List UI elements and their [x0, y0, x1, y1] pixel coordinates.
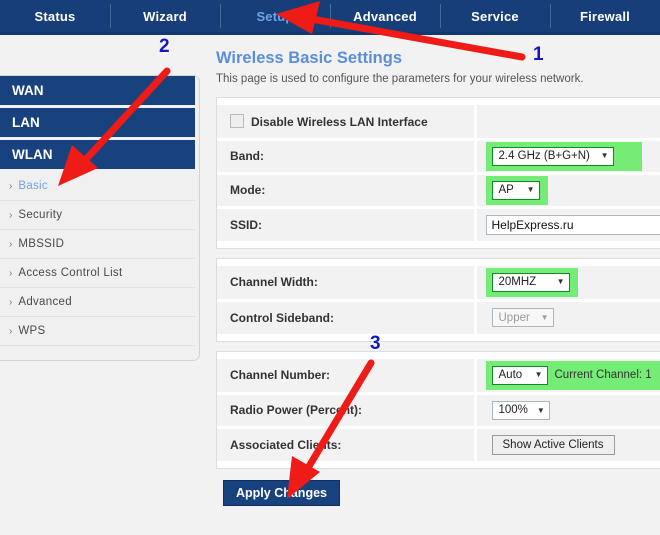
- sidebar-item-wps[interactable]: › WPS: [0, 317, 195, 346]
- channel-number-value-cell: Auto ▼ Current Channel: 1: [475, 359, 660, 393]
- band-highlight: 2.4 GHz (B+G+N) ▼: [486, 142, 642, 171]
- tab-status[interactable]: Status: [0, 0, 110, 32]
- sidebar-item-wps-label: WPS: [18, 325, 45, 337]
- table-row: Mode: AP ▼: [217, 173, 660, 207]
- ssid-input[interactable]: [486, 215, 660, 235]
- associated-clients-value-cell: Show Active Clients: [475, 427, 660, 461]
- sidebar-group-wan[interactable]: WAN: [0, 76, 195, 105]
- radio-power-select[interactable]: 100% ▼: [492, 401, 550, 420]
- mode-value-cell: AP ▼: [475, 173, 660, 207]
- sidebar: WAN LAN WLAN › Basic › Security › MBSSID › A…: [0, 35, 202, 361]
- tab-firewall-label: Firewall: [580, 9, 630, 24]
- chevron-right-icon: ›: [9, 181, 12, 192]
- radio-power-label: Radio Power (Percent):: [217, 393, 475, 427]
- tab-status-label: Status: [35, 9, 76, 24]
- channel-number-highlight: Auto ▼ Current Channel: 1: [486, 361, 660, 390]
- sidebar-panel: WAN LAN WLAN › Basic › Security › MBSSID › A…: [0, 75, 200, 361]
- mode-highlight: AP ▼: [486, 176, 548, 205]
- table-row: Disable Wireless LAN Interface: [217, 105, 660, 139]
- tab-wizard-label: Wizard: [143, 9, 187, 24]
- chevron-right-icon: ›: [9, 268, 12, 279]
- control-sideband-label: Control Sideband:: [217, 300, 475, 334]
- channel-width-highlight: 20MHZ ▼: [486, 268, 578, 297]
- channel-width-label: Channel Width:: [217, 266, 475, 300]
- sidebar-item-advanced[interactable]: › Advanced: [0, 288, 195, 317]
- sidebar-item-basic[interactable]: › Basic: [0, 172, 195, 201]
- apply-changes-button[interactable]: Apply Changes: [223, 480, 340, 506]
- chevron-right-icon: ›: [9, 210, 12, 221]
- sidebar-item-basic-label: Basic: [18, 180, 48, 192]
- disable-wlan-checkbox[interactable]: [230, 114, 244, 128]
- ssid-value-cell: [475, 207, 660, 241]
- sidebar-group-wan-label: WAN: [12, 83, 44, 98]
- page-title: Wireless Basic Settings: [216, 49, 660, 68]
- sidebar-item-access-control-list-label: Access Control List: [18, 267, 122, 279]
- chevron-down-icon: ▼: [537, 406, 545, 415]
- sidebar-item-security[interactable]: › Security: [0, 201, 195, 230]
- settings-card-general: Disable Wireless LAN Interface Band: 2.4…: [216, 97, 660, 249]
- table-row: Associated Clients: Show Active Clients: [217, 427, 660, 461]
- sidebar-item-access-control-list[interactable]: › Access Control List: [0, 259, 195, 288]
- radio-power-select-value: 100%: [499, 404, 528, 416]
- associated-clients-label: Associated Clients:: [217, 427, 475, 461]
- table-row: Channel Width: 20MHZ ▼: [217, 266, 660, 300]
- sidebar-item-mbssid-label: MBSSID: [18, 238, 64, 250]
- table-row: Channel Number: Auto ▼ Current Channel: …: [217, 359, 660, 393]
- tab-firewall[interactable]: Firewall: [550, 0, 660, 32]
- control-sideband-select[interactable]: Upper ▼: [492, 308, 554, 327]
- settings-card-channel: Channel Number: Auto ▼ Current Channel: …: [216, 351, 660, 469]
- disable-wlan-value-cell: [475, 105, 660, 139]
- tab-service[interactable]: Service: [440, 0, 550, 32]
- sidebar-group-lan[interactable]: LAN: [0, 108, 195, 137]
- tab-setup-label: Setup: [256, 9, 293, 24]
- top-navigation-bar: Status Wizard Setup Advanced Service Fir…: [0, 0, 660, 32]
- chevron-down-icon: ▼: [541, 313, 549, 322]
- band-label: Band:: [217, 139, 475, 173]
- tab-service-label: Service: [471, 9, 519, 24]
- mode-label: Mode:: [217, 173, 475, 207]
- page-body: WAN LAN WLAN › Basic › Security › MBSSID › A…: [0, 35, 660, 506]
- table-row: Band: 2.4 GHz (B+G+N) ▼: [217, 139, 660, 173]
- channel-number-select[interactable]: Auto ▼: [492, 366, 548, 385]
- tab-advanced[interactable]: Advanced: [330, 0, 440, 32]
- channel-width-value-cell: 20MHZ ▼: [475, 266, 660, 300]
- sidebar-item-mbssid[interactable]: › MBSSID: [0, 230, 195, 259]
- sidebar-item-security-label: Security: [18, 209, 62, 221]
- tab-wizard[interactable]: Wizard: [110, 0, 220, 32]
- sidebar-item-advanced-label: Advanced: [18, 296, 72, 308]
- chevron-right-icon: ›: [9, 297, 12, 308]
- channel-width-select[interactable]: 20MHZ ▼: [492, 273, 570, 292]
- mode-select[interactable]: AP ▼: [492, 181, 540, 200]
- sidebar-group-wlan[interactable]: WLAN: [0, 140, 195, 169]
- table-row: Control Sideband: Upper ▼: [217, 300, 660, 334]
- control-sideband-select-value: Upper: [499, 312, 530, 324]
- sidebar-group-lan-label: LAN: [12, 115, 40, 130]
- disable-wlan-cell: Disable Wireless LAN Interface: [217, 105, 475, 139]
- radio-power-value-cell: 100% ▼: [475, 393, 660, 427]
- channel-number-label: Channel Number:: [217, 359, 475, 393]
- main-content: Wireless Basic Settings This page is use…: [202, 35, 660, 506]
- table-row: Radio Power (Percent): 100% ▼: [217, 393, 660, 427]
- sidebar-group-wlan-label: WLAN: [12, 147, 53, 162]
- band-select[interactable]: 2.4 GHz (B+G+N) ▼: [492, 147, 614, 166]
- chevron-right-icon: ›: [9, 239, 12, 250]
- tab-setup[interactable]: Setup: [220, 0, 330, 32]
- chevron-right-icon: ›: [9, 326, 12, 337]
- current-channel-text: Current Channel: 1: [555, 369, 652, 381]
- control-sideband-value-cell: Upper ▼: [475, 300, 660, 334]
- table-row: SSID:: [217, 207, 660, 241]
- band-value-cell: 2.4 GHz (B+G+N) ▼: [475, 139, 660, 173]
- page-subtitle: This page is used to configure the param…: [216, 73, 660, 85]
- disable-wlan-label: Disable Wireless LAN Interface: [251, 115, 428, 129]
- tab-advanced-label: Advanced: [353, 9, 417, 24]
- ssid-label: SSID:: [217, 207, 475, 241]
- show-active-clients-button[interactable]: Show Active Clients: [492, 435, 615, 455]
- settings-card-channel-width: Channel Width: 20MHZ ▼ Control Sideband:: [216, 258, 660, 342]
